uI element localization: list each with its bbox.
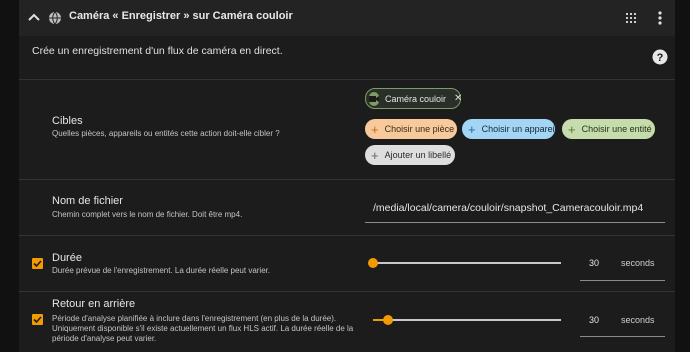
targets-title: Cibles <box>52 115 83 127</box>
lookback-title: Retour en arrière <box>52 298 136 310</box>
duration-slider-track[interactable] <box>373 262 561 264</box>
filename-input[interactable]: /media/local/camera/couloir/snapshot_Cam… <box>373 202 643 214</box>
card-title: Caméra « Enregistrer » sur Caméra couloi… <box>69 10 293 22</box>
chevron-up-icon[interactable] <box>27 11 41 25</box>
lookback-value-underline <box>580 336 665 337</box>
globe-icon <box>49 11 61 25</box>
lookback-subtitle-1: Période d'analyse planifiée à inclure da… <box>52 314 337 323</box>
action-card: Caméra « Enregistrer » sur Caméra couloi… <box>19 0 675 352</box>
filename-title: Nom de fichier <box>52 195 123 207</box>
plus-icon: + <box>371 147 379 163</box>
divider <box>19 235 675 236</box>
choose-device-button[interactable]: + Choisir un appareil <box>462 119 557 139</box>
lookback-subtitle-3: période d'analyse peut varier. <box>52 334 157 343</box>
action-description: Crée un enregistrement d'un flux de camé… <box>32 45 283 57</box>
targets-subtitle: Quelles pièces, appareils ou entités cet… <box>52 129 280 138</box>
choose-area-button[interactable]: + Choisir une pièce <box>365 119 457 139</box>
duration-slider-thumb[interactable] <box>368 258 378 268</box>
plus-icon: + <box>568 121 576 137</box>
lookback-subtitle-2: Uniquement disponible s'il existe actuel… <box>52 324 354 333</box>
add-label-label: Ajouter un libellé <box>384 150 452 160</box>
filename-subtitle: Chemin complet vers le nom de fichier. D… <box>52 210 243 219</box>
divider <box>19 179 675 180</box>
check-icon <box>33 260 42 268</box>
duration-value-underline <box>580 280 665 281</box>
duration-title: Durée <box>52 252 82 264</box>
card-header[interactable]: Caméra « Enregistrer » sur Caméra couloi… <box>19 0 675 36</box>
duration-value-input[interactable]: 30 <box>589 258 599 268</box>
lookback-slider-track[interactable] <box>373 319 561 321</box>
choose-entity-label: Choisir une entité <box>581 124 652 134</box>
lookback-value-input[interactable]: 30 <box>589 315 599 325</box>
lookback-slider-thumb[interactable] <box>383 315 394 325</box>
plus-icon: + <box>468 121 476 137</box>
help-icon[interactable]: ? <box>652 49 668 65</box>
add-label-button[interactable]: + Ajouter un libellé <box>365 145 455 165</box>
camera-icon <box>369 91 379 106</box>
plus-icon: + <box>371 121 379 137</box>
duration-subtitle: Durée prévue de l'enregistrement. La dur… <box>52 266 271 275</box>
filename-underline <box>365 222 665 223</box>
target-chip-label: Caméra couloir <box>385 93 447 104</box>
divider <box>19 291 675 292</box>
duration-checkbox[interactable] <box>32 258 43 269</box>
divider <box>19 79 675 80</box>
check-icon <box>33 316 42 324</box>
choose-entity-button[interactable]: + Choisir une entité <box>562 119 655 139</box>
lookback-checkbox[interactable] <box>32 314 43 325</box>
duration-unit: seconds <box>621 258 655 268</box>
drag-handle-icon[interactable] <box>624 11 638 25</box>
choose-device-label: Choisir un appareil <box>481 124 557 134</box>
choose-area-label: Choisir une pièce <box>384 124 455 134</box>
more-vert-icon[interactable] <box>653 10 667 26</box>
target-chip-camera[interactable]: Caméra couloir ✕ <box>365 88 462 109</box>
remove-chip-icon[interactable]: ✕ <box>454 93 462 104</box>
lookback-unit: seconds <box>621 315 655 325</box>
svg-text:?: ? <box>657 52 664 64</box>
